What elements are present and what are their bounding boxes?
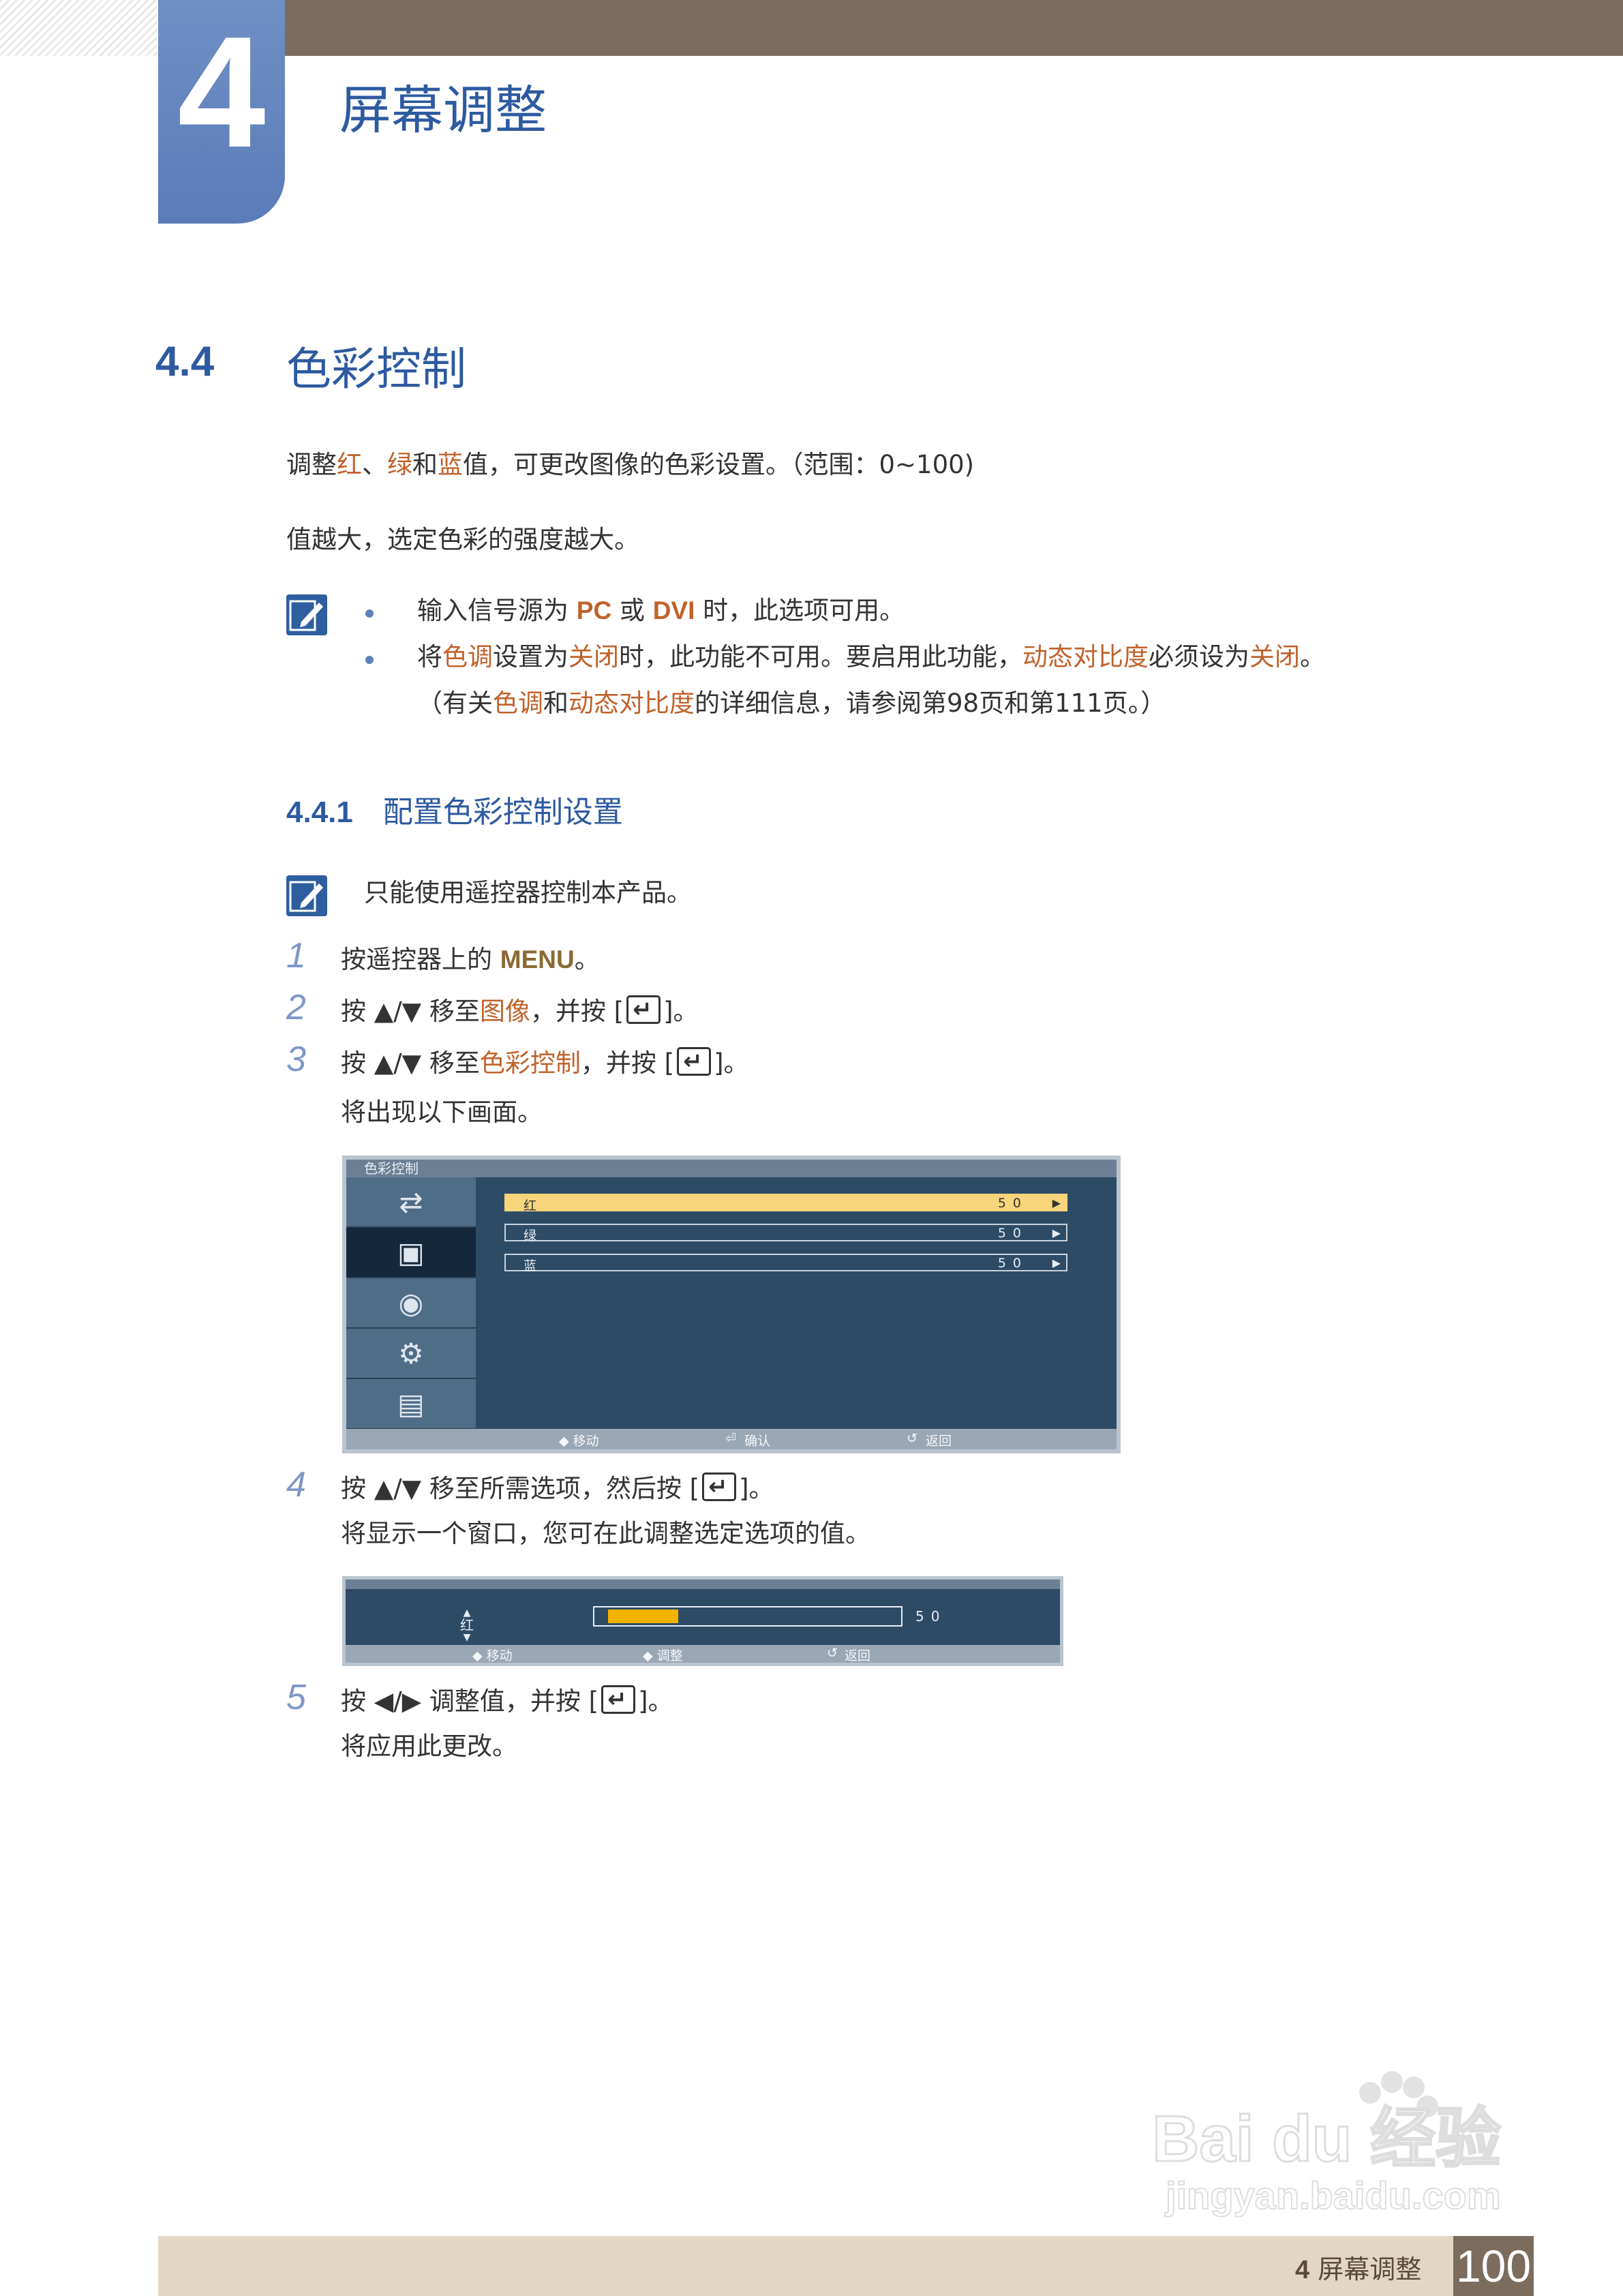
arrow-right-icon: ▶: [1052, 1256, 1061, 1269]
note-item-2: 将色调设置为关闭时，此功能不可用。要启用此功能，动态对比度必须设为关闭。: [417, 642, 1325, 671]
note-icon: [286, 594, 327, 635]
step-1: 按遥控器上的 MENU。: [341, 945, 600, 974]
osd-footer: ◆ 移动 ◆ 调整 ↺ 返回: [346, 1645, 1060, 1663]
bullet-icon: [365, 609, 374, 618]
osd-move-hint: ◆ 移动: [559, 1434, 599, 1449]
osd-back-hint: 返回: [926, 1434, 952, 1449]
note-item-1: 输入信号源为 PC 或 DVI 时，此选项可用。: [417, 596, 905, 625]
osd-color-control-screen: 色彩控制 ⇄ ▣ ◉ ⚙ ▤ 红 50 ▶ 绿 50 ▶ 蓝 50 ▶ ◆ 移动…: [342, 1155, 1121, 1453]
header-bar: [284, 0, 1623, 56]
enter-key-icon: [702, 1470, 737, 1503]
subsection-title: 配置色彩控制设置: [382, 795, 623, 830]
note-icon: [286, 875, 327, 916]
section-number: 4.4: [155, 338, 215, 385]
osd-row-red[interactable]: 红 50 ▶: [504, 1194, 1067, 1213]
osd-confirm-hint: 确认: [744, 1434, 771, 1449]
osd-adjust-slider[interactable]: [593, 1606, 902, 1627]
arrow-right-icon: ▶: [1052, 1226, 1061, 1239]
osd-row-label: 绿: [524, 1228, 537, 1243]
step-number: 5: [286, 1678, 306, 1717]
enter-key-icon: [677, 1045, 712, 1078]
step-5-result: 将应用此更改。: [341, 1732, 517, 1761]
intro-line-2: 值越大，选定色彩的强度越大。: [286, 525, 639, 554]
osd-main-panel: 红 50 ▶ 绿 50 ▶ 蓝 50 ▶: [476, 1177, 1117, 1432]
osd-row-value: 50: [997, 1196, 1028, 1211]
osd-row-label: 蓝: [524, 1258, 537, 1273]
step-2: 按 ▲/▼ 移至图像，并按 []。: [341, 993, 699, 1028]
subsection-note: 只能使用遥控器控制本产品。: [364, 878, 692, 907]
chapter-title: 屏幕调整: [339, 80, 547, 140]
osd-back-hint: 返回: [845, 1648, 871, 1663]
enter-key-icon: [601, 1683, 636, 1716]
osd-input-icon[interactable]: ⇄: [346, 1177, 476, 1228]
osd-sidebar: ⇄ ▣ ◉ ⚙ ▤: [346, 1177, 476, 1432]
enter-icon: ⏎: [725, 1431, 736, 1446]
section-title: 色彩控制: [286, 343, 466, 395]
baidu-watermark: Bai du 经验 jingyan.baidu.com: [1151, 2059, 1534, 2222]
osd-adjust-slider-fill: [608, 1610, 678, 1623]
chapter-number: 4: [177, 4, 266, 181]
osd-title: 色彩控制: [346, 1160, 1117, 1177]
step-number: 4: [286, 1465, 306, 1505]
page-number: 100: [1453, 2236, 1534, 2296]
osd-row-blue[interactable]: 蓝 50 ▶: [504, 1254, 1067, 1273]
footer-bar: [158, 2236, 1453, 2296]
osd-row-value: 50: [997, 1256, 1028, 1271]
step-3: 按 ▲/▼ 移至色彩控制，并按 []。: [341, 1045, 749, 1080]
step-number: 1: [286, 936, 306, 976]
step-5: 按 ◀/▶ 调整值，并按 []。: [341, 1683, 673, 1718]
watermark-brand: Bai du 经验: [1152, 2102, 1501, 2175]
osd-footer: ◆ 移动 ⏎ 确认 ↺ 返回: [346, 1429, 1117, 1449]
step-3-result: 将出现以下画面。: [341, 1098, 543, 1127]
arrow-right-icon: ▶: [1052, 1196, 1061, 1209]
osd-multi-screen-icon[interactable]: ▤: [346, 1379, 476, 1430]
osd-picture-icon[interactable]: ▣: [346, 1228, 476, 1278]
osd-move-hint: ◆ 移动: [472, 1648, 513, 1663]
osd-adjust-value: 50: [915, 1608, 947, 1625]
osd-window-topbar: [346, 1580, 1060, 1589]
bullet-icon: [365, 656, 374, 664]
watermark-url: jingyan.baidu.com: [1165, 2174, 1501, 2217]
osd-adjust-window: ▲ 红 ▼ 50 ◆ 移动 ◆ 调整 ↺ 返回: [342, 1576, 1063, 1666]
osd-row-green[interactable]: 绿 50 ▶: [504, 1224, 1067, 1243]
osd-sound-icon[interactable]: ◉: [346, 1278, 476, 1329]
osd-row-value: 50: [997, 1226, 1028, 1241]
osd-row-label: 红: [524, 1198, 537, 1213]
step-number: 3: [286, 1040, 306, 1079]
step-4-result: 将显示一个窗口，您可在此调整选定选项的值。: [341, 1519, 870, 1548]
return-icon: ↺: [907, 1431, 917, 1446]
header-decoration: [0, 0, 157, 56]
osd-adjust-hint: ◆ 调整: [643, 1648, 683, 1663]
step-4: 按 ▲/▼ 移至所需选项，然后按 []。: [341, 1470, 774, 1505]
footer-chapter-label: 4 屏幕调整: [1295, 2254, 1422, 2284]
return-icon: ↺: [827, 1646, 838, 1661]
intro-line-1: 调整红、绿和蓝值，可更改图像的色彩设置。（范围：0~100): [286, 450, 975, 479]
enter-key-icon: [626, 993, 661, 1026]
subsection-number: 4.4.1: [286, 796, 353, 829]
osd-adjust-label: ▲ 红 ▼: [460, 1607, 474, 1644]
osd-adjust-label-text: 红: [460, 1617, 474, 1633]
step-number: 2: [286, 988, 306, 1027]
subsection-heading: 4.4.1 配置色彩控制设置: [286, 787, 623, 831]
osd-setup-gear-icon[interactable]: ⚙: [346, 1329, 476, 1379]
note-item-3: （有关色调和动态对比度的详细信息，请参阅第98页和第111页。）: [417, 689, 1166, 718]
